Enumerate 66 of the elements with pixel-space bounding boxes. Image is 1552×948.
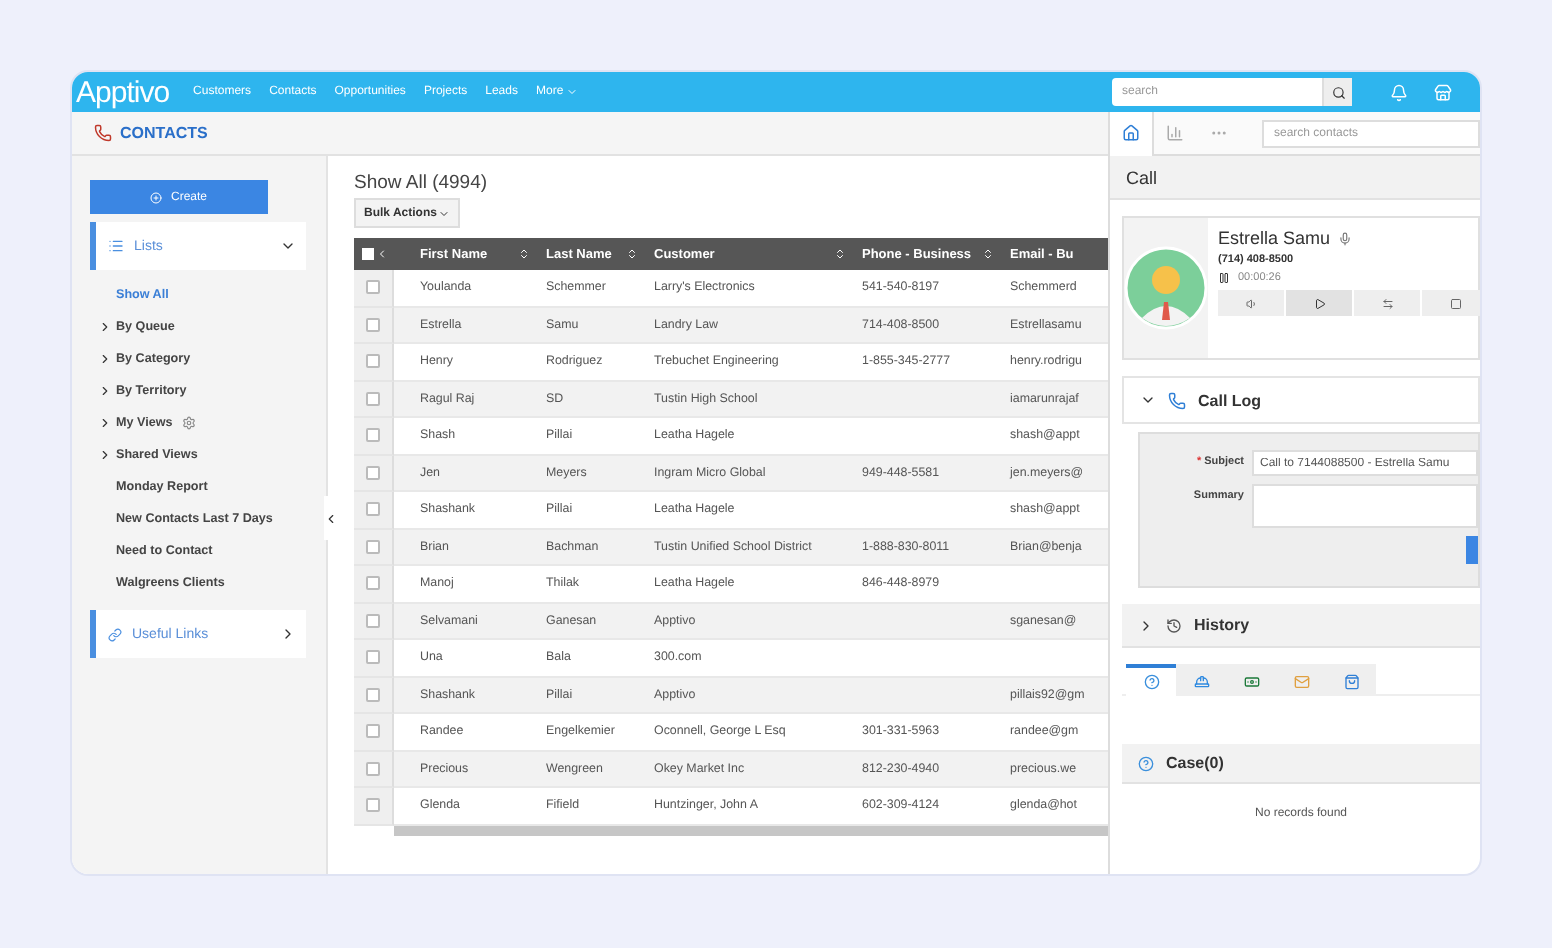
chevron-icon xyxy=(98,351,112,365)
list-title: Show All (4994) xyxy=(354,172,490,198)
chevron-icon xyxy=(280,626,296,642)
row-checkbox[interactable] xyxy=(366,465,380,480)
chevron-icon xyxy=(98,415,112,429)
search-icon xyxy=(1331,85,1345,99)
row-checkbox[interactable] xyxy=(366,687,380,702)
page-title: CONTACTS xyxy=(120,124,208,142)
pause-icon xyxy=(1218,272,1230,284)
row-checkbox[interactable] xyxy=(366,613,380,628)
row-checkbox[interactable] xyxy=(366,502,380,517)
related-tab[interactable] xyxy=(1326,664,1376,696)
chevron-icon xyxy=(98,447,112,461)
transfer-icon xyxy=(1381,297,1393,309)
chevron-icon xyxy=(280,238,296,254)
store-icon xyxy=(1434,83,1452,101)
row-checkbox[interactable] xyxy=(366,761,380,776)
mail-icon xyxy=(1293,674,1309,690)
row-checkbox[interactable] xyxy=(366,317,380,332)
row-checkbox[interactable] xyxy=(366,280,380,295)
help-icon xyxy=(1138,755,1154,771)
panel-tab[interactable] xyxy=(1110,111,1154,155)
play-button[interactable] xyxy=(1286,290,1354,316)
row-checkbox[interactable] xyxy=(366,724,380,739)
hard-hat-icon xyxy=(1193,674,1209,690)
bag-icon xyxy=(1343,674,1359,690)
plus-icon xyxy=(150,191,163,203)
row-checkbox[interactable] xyxy=(366,576,380,591)
caret-icon xyxy=(565,86,578,98)
list-icon xyxy=(108,238,124,254)
phone-icon xyxy=(1168,391,1186,409)
microphone-icon xyxy=(1338,231,1353,245)
select-all-checkbox[interactable] xyxy=(361,248,373,260)
summary-field[interactable] xyxy=(1252,484,1478,528)
save-button[interactable] xyxy=(1466,536,1478,564)
caller-name: Estrella Samu xyxy=(1218,228,1480,248)
play-icon xyxy=(1313,297,1325,309)
chevron-icon xyxy=(98,319,112,333)
bar-chart-icon xyxy=(1166,124,1184,142)
notification-bell-icon xyxy=(1390,83,1408,101)
help-icon xyxy=(1143,674,1159,690)
row-checkbox[interactable] xyxy=(366,798,380,813)
call-header: Call xyxy=(1110,156,1480,200)
row-checkbox[interactable] xyxy=(366,650,380,665)
row-checkbox[interactable] xyxy=(366,428,380,443)
caret-icon xyxy=(438,207,451,219)
chevron-icon xyxy=(98,383,112,397)
row-checkbox[interactable] xyxy=(366,539,380,554)
link-icon xyxy=(108,627,122,641)
chevron-icon xyxy=(1138,617,1154,633)
square-icon xyxy=(1449,297,1461,309)
speaker-icon xyxy=(1245,297,1257,309)
search-button[interactable] xyxy=(1322,78,1352,106)
row-checkbox[interactable] xyxy=(366,391,380,406)
history-header[interactable]: History xyxy=(1122,604,1480,648)
call-log-header[interactable]: Call Log xyxy=(1122,376,1480,424)
row-checkbox[interactable] xyxy=(366,354,380,369)
chevron-left-icon xyxy=(324,511,338,525)
chevron-left-icon xyxy=(375,248,387,260)
chevron-icon xyxy=(1140,392,1156,408)
horizontal-scrollbar[interactable] xyxy=(394,825,1108,835)
home-icon xyxy=(1122,124,1140,142)
history-icon xyxy=(1166,617,1182,633)
case-header: Case(0) xyxy=(1122,744,1480,784)
related-tab[interactable] xyxy=(1176,664,1226,696)
money-icon xyxy=(1243,674,1259,690)
